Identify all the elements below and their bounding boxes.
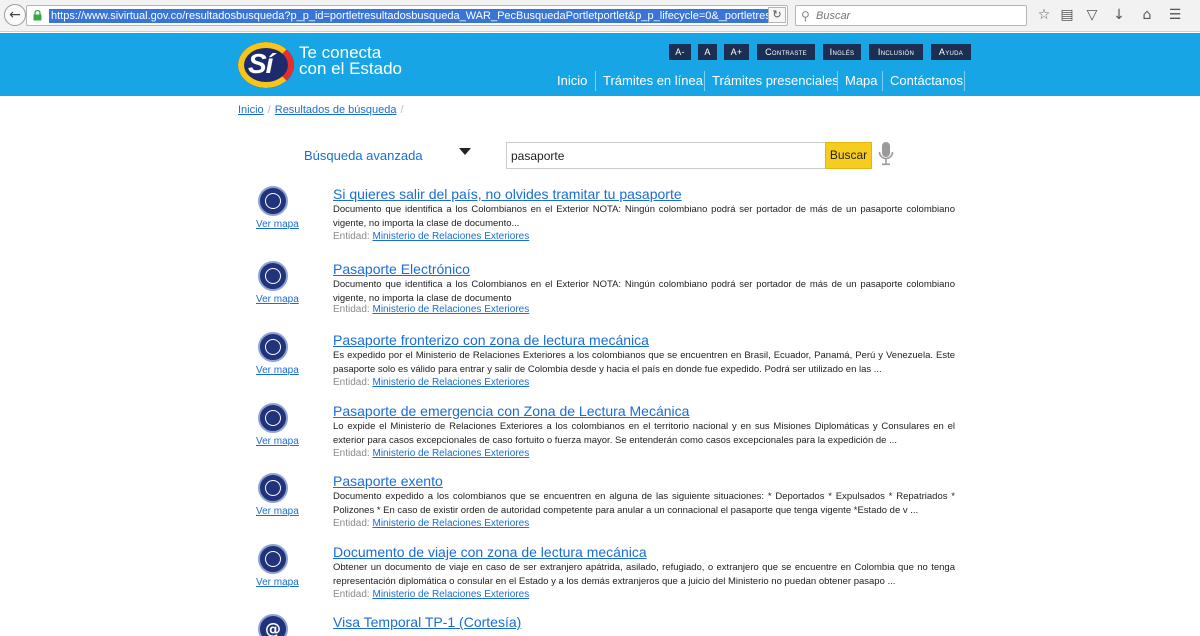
download-icon[interactable]: ↓ [1110, 6, 1128, 24]
view-map-link[interactable]: Ver mapa [256, 436, 299, 447]
entity-label: Entidad: [333, 589, 370, 600]
reload-icon[interactable]: ↻ [768, 7, 786, 23]
font-decrease-button[interactable]: A- [669, 44, 691, 60]
result-title[interactable]: Si quieres salir del país, no olvides tr… [333, 186, 682, 202]
home-icon[interactable]: ⌂ [1138, 6, 1156, 24]
entity-label: Entidad: [333, 231, 370, 242]
view-map-link[interactable]: Ver mapa [256, 577, 299, 588]
result-title[interactable]: Pasaporte Electrónico [333, 261, 470, 277]
nav-divider [595, 71, 596, 91]
breadcrumb-inicio[interactable]: Inicio [238, 104, 264, 116]
result-description: Documento que identifica a los Colombian… [333, 279, 955, 304]
nav-inicio[interactable]: Inicio [557, 73, 587, 88]
nav-divider [964, 71, 965, 91]
entity-link[interactable]: Ministerio de Relaciones Exteriores [372, 377, 529, 388]
result-title[interactable]: Visa Temporal TP-1 (Cortesía) [333, 614, 521, 630]
logo-mark: Sí [248, 48, 273, 79]
contrast-button[interactable]: Contraste [757, 44, 815, 60]
font-increase-button[interactable]: A+ [724, 44, 749, 60]
entity-label: Entidad: [333, 377, 370, 388]
inclusion-button[interactable]: Inclusión [869, 44, 923, 60]
nav-mapa[interactable]: Mapa [845, 73, 878, 88]
result-item: Ver mapa Pasaporte de emergencia con Zon… [0, 403, 1200, 471]
nav-divider [704, 71, 705, 91]
colombia-map-icon[interactable] [258, 473, 288, 503]
english-button[interactable]: Inglés [823, 44, 861, 60]
result-item: Ver mapa Pasaporte fronterizo con zona d… [0, 332, 1200, 400]
colombia-map-icon[interactable] [258, 186, 288, 216]
entity-label: Entidad: [333, 448, 370, 459]
at-sign-icon[interactable]: @ [258, 614, 288, 636]
result-item: Ver mapa Pasaporte Electrónico Documento… [0, 261, 1200, 329]
breadcrumb-separator: / [400, 104, 404, 116]
colombia-map-icon[interactable] [258, 332, 288, 362]
reading-list-icon[interactable]: ▤ [1058, 6, 1076, 24]
result-description: Obtener un documento de viaje en caso de… [333, 562, 955, 587]
nav-divider [837, 71, 838, 91]
advanced-search-toggle[interactable]: Búsqueda avanzada [304, 148, 423, 163]
view-map-link[interactable]: Ver mapa [256, 365, 299, 376]
entity-link[interactable]: Ministerio de Relaciones Exteriores [372, 518, 529, 529]
breadcrumb-separator: / [267, 104, 271, 116]
browser-toolbar: ← https://www.sivirtual.gov.co/resultado… [0, 0, 1200, 32]
entity-link[interactable]: Ministerio de Relaciones Exteriores [372, 589, 529, 600]
result-item: @ Visa Temporal TP-1 (Cortesía) [0, 614, 1200, 636]
nav-tramites-en-linea[interactable]: Trámites en línea [603, 73, 703, 88]
site-header: Sí Te conecta con el Estado A- A A+ Cont… [0, 33, 1200, 96]
breadcrumb: Inicio / Resultados de búsqueda / [238, 104, 408, 116]
nav-tramites-presenciales[interactable]: Trámites presenciales [712, 73, 839, 88]
entity-label: Entidad: [333, 518, 370, 529]
view-map-link[interactable]: Ver mapa [256, 294, 299, 305]
nav-contactanos[interactable]: Contáctanos [890, 73, 963, 88]
entity-link[interactable]: Ministerio de Relaciones Exteriores [372, 231, 529, 242]
microphone-icon[interactable] [878, 141, 894, 167]
result-entity: Entidad: Ministerio de Relaciones Exteri… [333, 589, 529, 600]
address-bar[interactable]: https://www.sivirtual.gov.co/resultadosb… [26, 5, 788, 26]
view-map-link[interactable]: Ver mapa [256, 219, 299, 230]
url-text[interactable]: https://www.sivirtual.gov.co/resultadosb… [49, 9, 769, 23]
star-icon[interactable]: ☆ [1035, 6, 1053, 24]
result-title[interactable]: Documento de viaje con zona de lectura m… [333, 544, 647, 560]
browser-search-box[interactable]: ⚲ [795, 5, 1027, 26]
browser-search-input[interactable] [816, 8, 1016, 23]
result-title[interactable]: Pasaporte exento [333, 473, 443, 489]
result-entity: Entidad: Ministerio de Relaciones Exteri… [333, 377, 529, 388]
result-description: Lo expide el Ministerio de Relaciones Ex… [333, 421, 955, 446]
entity-link[interactable]: Ministerio de Relaciones Exteriores [372, 448, 529, 459]
breadcrumb-results[interactable]: Resultados de búsqueda [275, 104, 397, 116]
result-description: Es expedido por el Ministerio de Relacio… [333, 350, 955, 375]
font-normal-button[interactable]: A [698, 44, 717, 60]
search-input[interactable] [506, 142, 826, 169]
result-entity: Entidad: Ministerio de Relaciones Exteri… [333, 518, 529, 529]
result-entity: Entidad: Ministerio de Relaciones Exteri… [333, 304, 529, 315]
lock-icon [33, 10, 42, 21]
result-item: Ver mapa Pasaporte exento Documento expe… [0, 473, 1200, 541]
colombia-map-icon[interactable] [258, 261, 288, 291]
colombia-map-icon[interactable] [258, 544, 288, 574]
result-entity: Entidad: Ministerio de Relaciones Exteri… [333, 231, 529, 242]
search-icon: ⚲ [801, 9, 810, 23]
back-icon[interactable]: ← [4, 4, 26, 26]
entity-label: Entidad: [333, 304, 370, 315]
view-map-link[interactable]: Ver mapa [256, 506, 299, 517]
si-logo[interactable]: Sí [238, 42, 294, 88]
result-title[interactable]: Pasaporte fronterizo con zona de lectura… [333, 332, 649, 348]
result-description: Documento expedido a los colombianos que… [333, 491, 955, 516]
result-entity: Entidad: Ministerio de Relaciones Exteri… [333, 448, 529, 459]
pocket-icon[interactable]: ▽ [1083, 6, 1101, 24]
logo-tagline: Te conecta con el Estado [299, 44, 403, 78]
result-item: Ver mapa Si quieres salir del país, no o… [0, 186, 1200, 254]
menu-icon[interactable]: ☰ [1166, 6, 1184, 24]
nav-divider [882, 71, 883, 91]
result-title[interactable]: Pasaporte de emergencia con Zona de Lect… [333, 403, 689, 419]
logo-line-2: con el Estado [299, 59, 403, 78]
search-button[interactable]: Buscar [825, 142, 872, 169]
entity-link[interactable]: Ministerio de Relaciones Exteriores [372, 304, 529, 315]
caret-down-icon[interactable] [459, 148, 471, 155]
colombia-map-icon[interactable] [258, 403, 288, 433]
help-button[interactable]: Ayuda [931, 44, 971, 60]
result-item: Ver mapa Documento de viaje con zona de … [0, 544, 1200, 612]
result-description: Documento que identifica a los Colombian… [333, 204, 955, 229]
